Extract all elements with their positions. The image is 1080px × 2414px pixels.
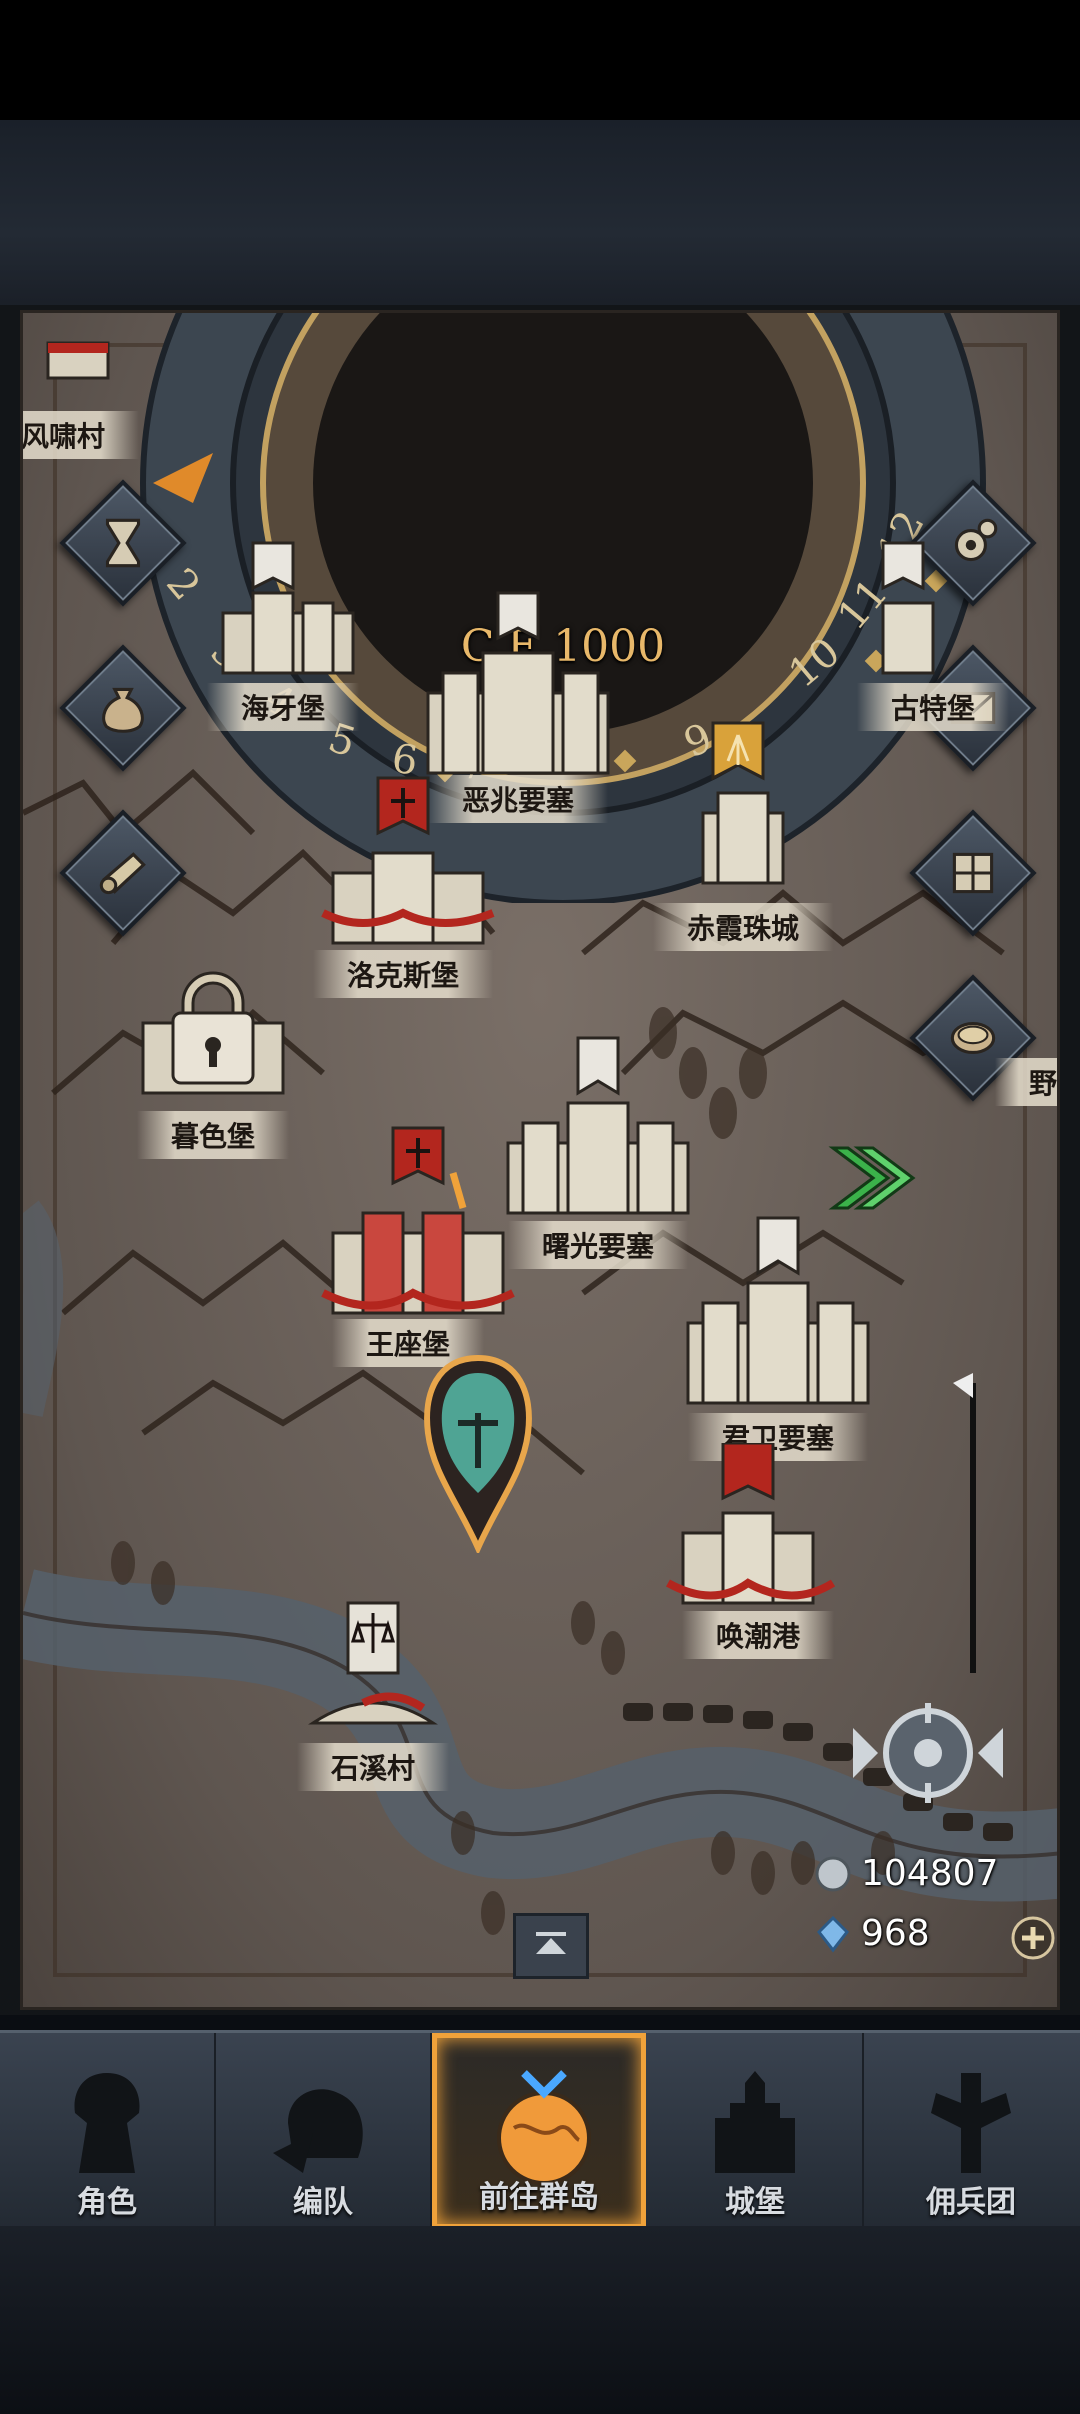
world-map[interactable]: 2 3 4 5 6 7 8 9 10 11 12 C.E.1000 [20,310,1060,2010]
white-banner-icon [881,541,925,591]
crystal-counter: 968 [813,1913,930,1954]
nav-label: 编队 [293,2185,353,2220]
town-wangzuo[interactable]: 王座堡 [303,1123,523,1367]
red-banner-icon [721,1441,775,1501]
silver-counter: 104807 [813,1853,998,1894]
mercenary-icon [931,2073,1011,2173]
town-label: 洛克斯堡 [312,950,494,998]
silver-amount: 104807 [861,1853,999,1894]
castle-icon [141,971,285,1095]
town-label: 风啸村 [23,411,140,459]
globe-icon [497,2070,591,2185]
town-chixiazhu[interactable]: 赤霞珠城 [652,713,834,951]
castle-icon [321,776,495,945]
arrow-left-icon [853,1728,878,1778]
castle-icon [426,591,610,775]
town-gute[interactable]: 古特堡 [843,533,1010,731]
window-icon [952,852,994,894]
hourglass-icon [105,518,141,568]
nav-label: 佣兵团 [926,2185,1016,2220]
town-luokesi[interactable]: 洛克斯堡 [303,773,503,998]
town-haiya[interactable]: 海牙堡 [193,533,373,731]
town-label: 唤潮港 [681,1611,835,1659]
hero-marker[interactable] [418,1353,538,1553]
castle-icon [686,1216,870,1405]
nav-formation[interactable]: 编队 [216,2033,432,2229]
arrow-right-icon [978,1728,1003,1778]
castle-nav-icon [715,2071,795,2173]
town-label: 石溪村 [296,1743,450,1791]
money-bag-icon [102,687,144,733]
nav-label: 角色 [77,2185,137,2220]
castle-icon [46,341,110,380]
nav-mercenary[interactable]: 佣兵团 [864,2033,1078,2229]
castle-icon [308,1601,438,1725]
castle-icon [701,721,785,885]
town-label: 野 [994,1058,1057,1106]
town-shixi[interactable]: 石溪村 [283,1593,463,1791]
town-label: 古特堡 [856,683,1010,731]
castle-icon [221,541,355,675]
knight-icon [74,2073,140,2173]
nav-label: 城堡 [725,2185,785,2220]
town-ezhao[interactable]: 恶兆要塞 [403,583,623,823]
white-banner-icon [576,1036,620,1096]
locate-button[interactable] [838,1698,1018,1808]
status-bar [0,0,1080,120]
nav-label: 前往群岛 [479,2180,599,2215]
nav-castle[interactable]: 城堡 [648,2033,864,2229]
castle-icon [321,1126,515,1315]
town-label: 曙光要塞 [507,1221,689,1269]
town-label: 赤霞珠城 [652,903,834,951]
town-label: 海牙堡 [206,683,360,731]
town-huanchao[interactable]: 唤潮港 [643,1441,843,1659]
alert-icon [449,1172,467,1209]
chevron-up-icon [536,1932,566,1954]
lock-icon [181,971,245,1015]
add-crystal-button[interactable] [1008,1913,1058,1963]
crystal-amount: 968 [861,1913,930,1954]
scroll-icon [99,852,146,895]
castle-icon [881,541,935,675]
bottom-area [0,2226,1080,2414]
top-panel [0,120,1080,310]
collapse-button[interactable] [513,1913,589,1979]
crystal-icon [817,1915,849,1952]
white-banner-icon [496,591,540,641]
nav-role[interactable]: 角色 [0,2033,216,2229]
nav-islands[interactable]: 前往群岛 [432,2033,646,2229]
castle-icon [666,1441,836,1605]
white-banner-icon [756,1216,800,1276]
town-muse[interactable]: 暮色堡 [123,953,303,1159]
helmet-group-icon [273,2089,363,2173]
silver-coin-icon [815,1856,851,1891]
white-banner-icon [251,541,295,591]
town-junwei[interactable]: 君卫要塞 [663,1213,883,1461]
green-arrow-icon[interactable] [828,1138,918,1218]
bottom-nav: 角色 编队 前往群岛 城堡 佣兵团 [0,2030,1080,2229]
town-label: 暮色堡 [136,1111,290,1159]
